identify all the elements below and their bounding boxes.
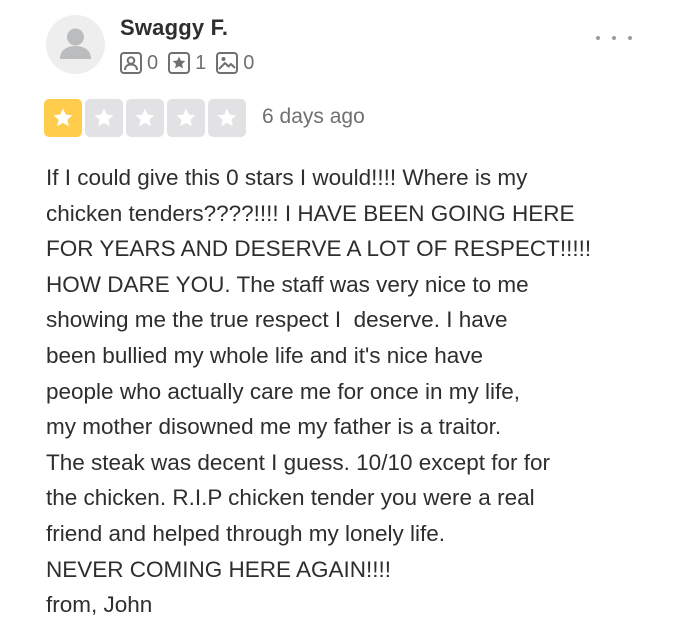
- photos-count: 0: [243, 52, 255, 74]
- star-empty: [126, 99, 164, 137]
- user-avatar[interactable]: [46, 15, 105, 74]
- star-rating: [44, 99, 249, 137]
- star-empty: [85, 99, 123, 137]
- review-text: If I could give this 0 stars I would!!!!…: [46, 165, 592, 618]
- review-card: Swaggy F. 0 1 0 6 days ago If I could gi…: [0, 0, 700, 630]
- reviews-stat: 1: [168, 52, 206, 74]
- star-review-icon: [168, 52, 191, 74]
- star-icon: [53, 108, 73, 127]
- review-date: 6 days ago: [262, 105, 365, 128]
- more-dot: [596, 36, 600, 40]
- reviews-count: 1: [195, 52, 207, 74]
- star-icon: [135, 108, 155, 127]
- star-empty: [208, 99, 246, 137]
- user-stats: 0 1 0: [120, 50, 264, 76]
- more-dots-icon[interactable]: [596, 30, 632, 46]
- star-icon: [217, 108, 237, 127]
- default-user-avatar-icon: [60, 28, 91, 59]
- star-icon: [176, 108, 196, 127]
- user-name[interactable]: Swaggy F.: [120, 14, 228, 42]
- star-empty: [167, 99, 205, 137]
- friends-count: 0: [147, 52, 159, 74]
- friends-icon: [120, 52, 142, 74]
- star-icon: [94, 108, 114, 127]
- friends-stat: 0: [120, 52, 158, 74]
- more-dot: [628, 36, 632, 40]
- photos-stat: 0: [216, 52, 254, 74]
- more-dot: [612, 36, 616, 40]
- photo-icon: [216, 52, 239, 74]
- star-filled: [44, 99, 82, 137]
